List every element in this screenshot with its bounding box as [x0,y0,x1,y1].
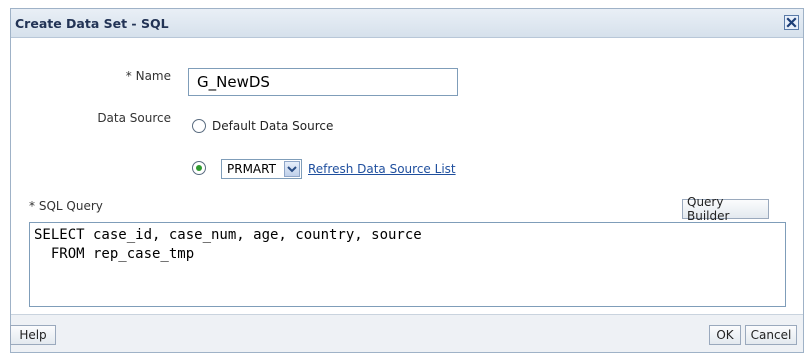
name-label-group: * Name [121,69,171,83]
close-x-glyph [786,17,797,28]
data-source-select[interactable]: PRMART [221,159,302,179]
name-input[interactable] [188,68,458,96]
data-source-label: Data Source [97,111,171,125]
required-marker: * [125,69,132,83]
create-data-set-dialog: Create Data Set - SQL * Name Data Source… [10,8,804,353]
dialog-titlebar: Create Data Set - SQL [11,9,803,38]
required-marker: * [29,199,35,213]
radio-default-data-source[interactable] [192,119,206,133]
chevron-down-icon[interactable] [284,161,300,177]
radio-custom-data-source[interactable] [192,161,206,175]
data-source-selected-value: PRMART [227,162,276,176]
ok-button[interactable]: OK [709,325,741,345]
help-button[interactable]: Help [10,325,56,345]
chevron-glyph [287,165,297,172]
query-builder-button[interactable]: Query Builder [682,195,769,223]
dialog-footer: Help OK Cancel [10,314,803,352]
refresh-data-source-link[interactable]: Refresh Data Source List [308,162,456,176]
dialog-title: Create Data Set - SQL [15,16,169,31]
cancel-button[interactable]: Cancel [745,325,797,345]
sql-query-label: SQL Query [38,199,103,213]
radio-default-label: Default Data Source [212,119,334,133]
sql-query-textarea[interactable]: SELECT case_id, case_num, age, country, … [29,222,786,307]
close-icon[interactable] [784,15,799,30]
name-label: Name [135,69,171,83]
sql-query-label-group: * SQL Query [29,199,103,213]
